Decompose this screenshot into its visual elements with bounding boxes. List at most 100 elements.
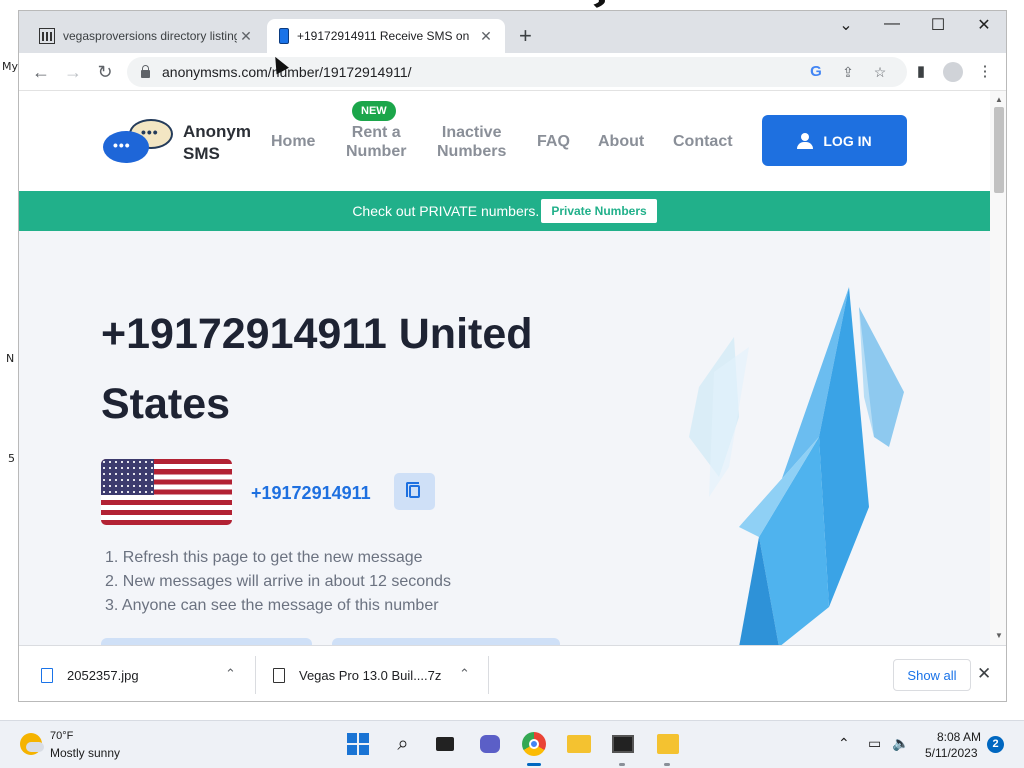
google-icon[interactable]: G <box>807 63 825 81</box>
copy-button[interactable] <box>394 473 435 510</box>
promo-text: Check out PRIVATE numbers. <box>352 203 540 219</box>
share-icon[interactable]: ⇪ <box>839 63 857 81</box>
download-filename: Vegas Pro 13.0 Buil....7z <box>299 667 442 683</box>
search-icon[interactable]: ⌕ <box>390 731 416 757</box>
nav-faq[interactable]: FAQ <box>537 132 570 151</box>
tab-search-icon[interactable]: ⌄ <box>831 15 861 35</box>
weather-icon[interactable] <box>20 733 44 755</box>
window-close-button[interactable]: ✕ <box>969 15 999 35</box>
profile-icon[interactable] <box>943 62 963 82</box>
close-icon[interactable]: ✕ <box>237 28 255 45</box>
minimize-button[interactable]: — <box>877 15 907 33</box>
separator <box>488 656 489 694</box>
chevron-up-icon[interactable]: ⌃ <box>838 735 850 752</box>
us-flag-icon <box>101 459 232 525</box>
task-view-icon[interactable] <box>432 731 458 757</box>
reload-button[interactable]: ↻ <box>93 60 117 84</box>
download-item[interactable]: Vegas Pro 13.0 Buil....7z <box>273 646 442 701</box>
network-icon[interactable]: ▭ <box>868 735 881 752</box>
star-icon[interactable]: ☆ <box>871 63 889 81</box>
chevron-up-icon[interactable]: ⌃ <box>459 666 470 682</box>
browser-window: vegasproversions directory listing ✕ +19… <box>18 10 1007 702</box>
archive-file-icon <box>273 667 285 683</box>
phone-icon <box>279 28 289 44</box>
crystal-illustration <box>659 277 919 645</box>
login-button[interactable]: LOG IN <box>762 115 907 166</box>
side-panel-icon[interactable]: ▮ <box>911 62 931 82</box>
nav-inactive-numbers[interactable]: Inactive Numbers <box>437 123 506 161</box>
separator <box>255 656 256 694</box>
action-button-partial[interactable] <box>101 638 312 645</box>
tab-title: vegasproversions directory listing <box>63 29 237 43</box>
scroll-down-icon[interactable]: ▼ <box>995 631 1003 640</box>
promo-banner: Check out PRIVATE numbers. Private Numbe… <box>19 191 990 231</box>
desktop-fragment: 5 <box>8 452 15 465</box>
nav-rent-number[interactable]: Rent a Number <box>346 123 406 161</box>
volume-icon[interactable]: 🔈 <box>892 735 909 752</box>
start-button[interactable] <box>345 731 371 757</box>
user-icon <box>797 132 814 149</box>
close-icon[interactable]: ✕ <box>477 28 495 45</box>
weather-description[interactable]: Mostly sunny <box>50 746 120 760</box>
private-numbers-button[interactable]: Private Numbers <box>541 199 657 223</box>
tab-directory-listing[interactable]: vegasproversions directory listing ✕ <box>27 19 265 53</box>
desktop-fragment: N <box>6 352 15 365</box>
logo-line: Anonym <box>183 122 251 141</box>
logo-text[interactable]: Anonym SMS <box>183 121 263 165</box>
scroll-thumb[interactable] <box>994 107 1004 193</box>
nav-contact[interactable]: Contact <box>673 132 733 151</box>
video-editor-icon[interactable] <box>610 731 636 757</box>
nav-label: Inactive <box>441 124 502 141</box>
instruction-item: 1. Refresh this page to get the new mess… <box>105 549 423 566</box>
weather-temperature[interactable]: 70°F <box>50 730 73 742</box>
tab-receive-sms[interactable]: +19172914911 Receive SMS on ✕ <box>267 19 505 53</box>
nav-label: Numbers <box>437 143 507 160</box>
show-all-button[interactable]: Show all <box>893 659 971 691</box>
page-viewport: ••• ••• Anonym SMS Home NEW Rent a Numbe… <box>19 91 990 645</box>
address-bar[interactable]: anonymsms.com/number/19172914911/ G ⇪ ☆ <box>127 57 907 87</box>
chevron-up-icon[interactable]: ⌃ <box>225 666 236 682</box>
new-badge: NEW <box>352 101 396 121</box>
taskbar: 70°F Mostly sunny ⌕ ⌃ ▭ 🔈 8:08 AM 5/11/2… <box>0 720 1024 768</box>
image-file-icon <box>41 667 53 683</box>
tab-title: +19172914911 Receive SMS on <box>297 29 470 43</box>
back-button[interactable]: ← <box>29 60 53 84</box>
bank-icon <box>39 28 55 44</box>
active-app-indicator <box>527 763 541 766</box>
logo-icon[interactable]: ••• ••• <box>103 119 179 165</box>
nav-home[interactable]: Home <box>271 132 315 151</box>
action-button-partial[interactable] <box>332 638 560 645</box>
scroll-up-icon[interactable]: ▲ <box>995 95 1003 104</box>
lock-icon <box>141 64 150 78</box>
download-filename: 2052357.jpg <box>67 667 139 683</box>
login-label: LOG IN <box>823 132 872 149</box>
download-item[interactable]: 2052357.jpg <box>41 646 139 701</box>
nav-label: Number <box>346 143 407 160</box>
nav-about[interactable]: About <box>598 132 644 151</box>
maximize-button[interactable]: ☐ <box>923 15 953 35</box>
new-tab-button[interactable]: + <box>519 25 532 47</box>
browser-toolbar: ← → ↻ anonymsms.com/number/19172914911/ … <box>19 53 1006 91</box>
instructions-list: 1. Refresh this page to get the new mess… <box>105 546 451 618</box>
vertical-scrollbar[interactable]: ▲ ▼ <box>990 91 1006 645</box>
file-explorer-icon[interactable] <box>566 731 592 757</box>
site-header: ••• ••• Anonym SMS Home NEW Rent a Numbe… <box>19 91 990 191</box>
clock-date[interactable]: 5/11/2023 <box>925 746 978 760</box>
instruction-item: 2. New messages will arrive in about 12 … <box>105 573 451 590</box>
logo-line: SMS <box>183 144 220 163</box>
running-app-indicator <box>619 763 625 766</box>
chat-icon[interactable] <box>477 731 503 757</box>
clock-time[interactable]: 8:08 AM <box>937 730 981 744</box>
desktop-fragment: My <box>2 60 19 73</box>
nav-label: Rent a <box>351 124 401 141</box>
menu-icon[interactable]: ⋮ <box>975 62 995 82</box>
close-icon[interactable]: ✕ <box>977 664 991 684</box>
forward-button[interactable]: → <box>61 60 85 84</box>
chrome-icon[interactable] <box>521 731 547 757</box>
onedrive-icon[interactable] <box>655 731 681 757</box>
notification-badge[interactable]: 2 <box>987 736 1004 753</box>
copy-icon <box>406 482 420 498</box>
instruction-item: 3. Anyone can see the message of this nu… <box>105 597 439 614</box>
phone-number-link[interactable]: +19172914911 <box>251 483 371 504</box>
tab-strip: vegasproversions directory listing ✕ +19… <box>19 11 1006 53</box>
